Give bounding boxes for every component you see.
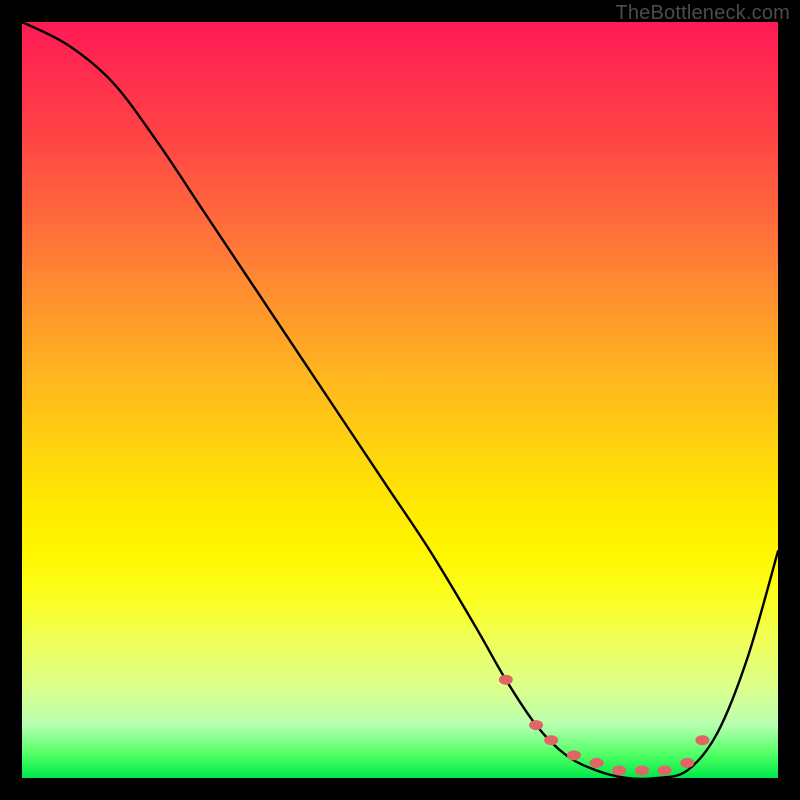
marker-dot (680, 758, 694, 768)
marker-dot (612, 765, 626, 775)
bottleneck-curve (22, 22, 778, 779)
marker-dot (544, 735, 558, 745)
marker-dot (658, 765, 672, 775)
curve-layer (22, 22, 778, 778)
marker-dot (529, 720, 543, 730)
highlight-dots (499, 675, 710, 776)
marker-dot (635, 765, 649, 775)
marker-dot (590, 758, 604, 768)
watermark-text: TheBottleneck.com (615, 2, 790, 25)
marker-dot (695, 735, 709, 745)
marker-dot (567, 750, 581, 760)
marker-dot (499, 675, 513, 685)
chart-frame: TheBottleneck.com (0, 0, 800, 800)
plot-area (22, 22, 778, 778)
